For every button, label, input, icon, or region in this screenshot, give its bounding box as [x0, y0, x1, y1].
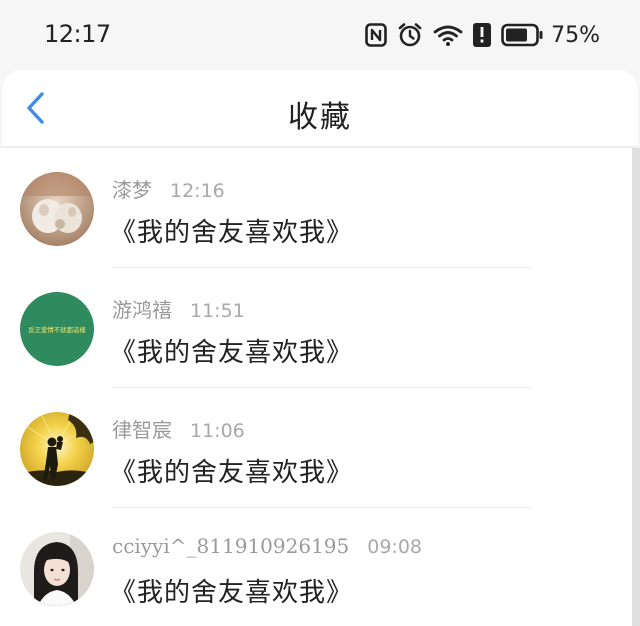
avatar[interactable] — [20, 172, 94, 246]
sender-name: cciyyi^_811910926195 — [112, 534, 350, 558]
sender-name: 游鸿禧 — [112, 298, 172, 322]
battery-icon — [501, 23, 543, 47]
message-text: 《我的舍友喜欢我》 — [110, 338, 354, 368]
list-item[interactable]: 律智宸 11:06 《我的舍友喜欢我》 — [0, 388, 632, 508]
top-nav-bar: 收藏 — [2, 70, 638, 146]
item-meta: 律智宸 11:06 — [112, 414, 245, 443]
message-time: 09:08 — [367, 536, 423, 558]
list-item[interactable]: 漆梦 12:16 《我的舍友喜欢我》 — [0, 148, 632, 268]
item-meta: cciyyi^_811910926195 09:08 — [112, 534, 422, 558]
avatar-text: 反正爱情不就都這樣 — [28, 325, 86, 334]
item-meta: 漆梦 12:16 — [112, 174, 225, 203]
alarm-icon — [397, 22, 423, 48]
sender-name: 律智宸 — [112, 418, 172, 442]
nfc-icon — [365, 23, 387, 47]
status-icons: 75% — [365, 21, 600, 49]
alert-icon — [473, 23, 492, 47]
item-meta: 游鸿禧 11:51 — [112, 294, 245, 323]
message-time: 11:51 — [190, 300, 245, 322]
message-text: 《我的舍友喜欢我》 — [110, 578, 354, 608]
message-time: 11:06 — [190, 420, 245, 442]
message-text: 《我的舍友喜欢我》 — [110, 458, 354, 488]
avatar[interactable] — [20, 532, 94, 606]
wifi-icon — [433, 23, 463, 47]
avatar[interactable]: 反正爱情不就都這樣 — [20, 292, 94, 366]
sender-name: 漆梦 — [112, 178, 152, 202]
message-text: 《我的舍友喜欢我》 — [110, 218, 354, 248]
status-time: 12:17 — [44, 20, 111, 48]
favorites-screen: 12:17 75% 收藏 漆梦 12:16 《我的舍友喜欢我》 反正爱情不就都這… — [0, 0, 640, 626]
page-title: 收藏 — [288, 100, 352, 135]
list-item[interactable]: 反正爱情不就都這樣 游鸿禧 11:51 《我的舍友喜欢我》 — [0, 268, 632, 388]
status-bar: 12:17 75% — [0, 0, 640, 70]
scrollbar[interactable] — [632, 148, 640, 626]
list-item[interactable]: cciyyi^_811910926195 09:08 《我的舍友喜欢我》 — [0, 508, 632, 626]
battery-percent: 75% — [551, 22, 600, 48]
message-time: 12:16 — [170, 180, 225, 202]
avatar[interactable] — [20, 412, 94, 486]
favorites-list: 漆梦 12:16 《我的舍友喜欢我》 反正爱情不就都這樣 游鸿禧 11:51 《… — [0, 148, 632, 626]
